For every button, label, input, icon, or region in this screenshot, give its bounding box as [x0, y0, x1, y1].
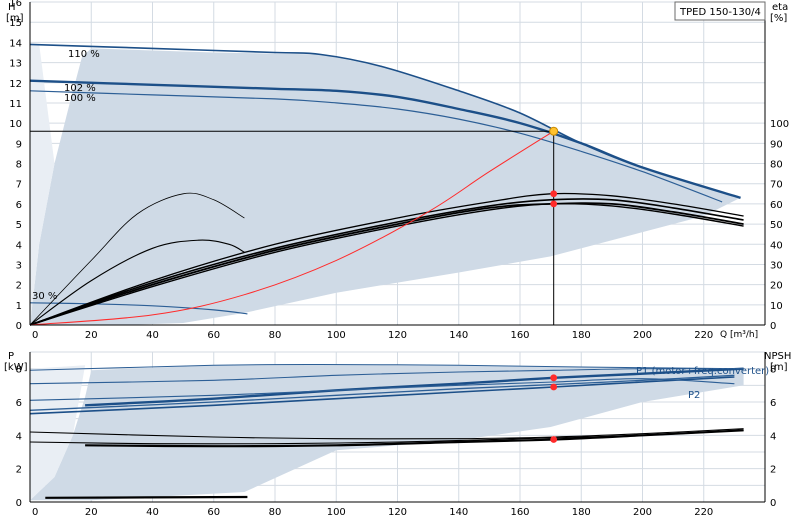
y-left-tick-upper-9: 9	[16, 139, 22, 150]
y-right-tick-upper-60: 60	[770, 200, 783, 211]
y-left-symbol-lower: P	[8, 351, 14, 362]
x-tick-lower-60: 60	[207, 507, 220, 518]
operating-envelope	[30, 44, 744, 501]
y-left-tick-upper-7: 7	[16, 180, 22, 191]
y-right-unit-upper: [%]	[770, 13, 787, 24]
x-tick-lower-200: 200	[633, 507, 652, 518]
y-left-tick-upper-8: 8	[16, 160, 22, 171]
x-tick-upper-0: 0	[32, 330, 38, 341]
x-tick-upper-220: 220	[694, 330, 713, 341]
x-axis-label: Q [m³/h]	[720, 330, 758, 340]
y-left-tick-upper-14: 14	[9, 38, 22, 49]
y-left-tick-upper-10: 10	[9, 119, 22, 130]
y-right-tick-upper-90: 90	[770, 139, 783, 150]
eta-point-marker-1	[550, 200, 558, 208]
x-tick-upper-200: 200	[633, 330, 652, 341]
p1-label: P1 (motor+freq.converter)	[636, 366, 769, 377]
y-left-tick-upper-6: 6	[16, 200, 22, 211]
y-left-tick-lower-4: 4	[16, 431, 22, 442]
x-tick-upper-20: 20	[85, 330, 98, 341]
y-right-tick-upper-40: 40	[770, 240, 783, 251]
y-left-tick-lower-6: 6	[16, 398, 22, 409]
y-left-tick-upper-13: 13	[9, 59, 22, 70]
label-110-percent: 110 %	[68, 49, 100, 60]
y-right-tick-lower-0: 0	[770, 498, 776, 509]
x-tick-upper-120: 120	[388, 330, 407, 341]
y-right-tick-upper-0: 0	[770, 321, 776, 332]
x-tick-upper-140: 140	[449, 330, 468, 341]
x-tick-upper-180: 180	[572, 330, 591, 341]
y-right-tick-upper-20: 20	[770, 281, 783, 292]
x-tick-upper-160: 160	[510, 330, 529, 341]
y-left-tick-upper-0: 0	[16, 321, 22, 332]
pump-performance-chart: 0 0 20 20 40 40 60 60 80 80 100 100 120 120 140 140 160 1…	[0, 0, 800, 520]
npsh-point-marker	[550, 436, 558, 443]
y-right-tick-upper-100: 100	[770, 119, 789, 130]
power-point-marker-0	[550, 374, 558, 382]
x-tick-lower-40: 40	[146, 507, 159, 518]
y-right-symbol-upper: eta	[772, 2, 788, 13]
y-left-tick-lower-2: 2	[16, 465, 22, 476]
x-tick-lower-180: 180	[572, 507, 591, 518]
x-tick-lower-0: 0	[32, 507, 38, 518]
y-right-tick-lower-2: 2	[770, 465, 776, 476]
x-tick-lower-120: 120	[388, 507, 407, 518]
y-right-tick-lower-6: 6	[770, 398, 776, 409]
series-line-p_30	[45, 495, 248, 499]
y-left-tick-upper-3: 3	[16, 260, 22, 271]
chart-svg: 0020204040606080801001001201201401401601…	[4, 0, 791, 518]
label-100-percent: 100 %	[64, 93, 96, 104]
y-left-unit-lower: [kW]	[4, 362, 28, 373]
x-tick-upper-40: 40	[146, 330, 159, 341]
y-left-tick-upper-1: 1	[16, 301, 22, 312]
y-right-symbol-lower: NPSH	[764, 351, 791, 362]
chart-title: TPED 150-130/4	[679, 7, 761, 18]
y-left-symbol-upper: H	[8, 2, 16, 13]
label-30-percent: 30 %	[32, 291, 57, 302]
x-tick-lower-220: 220	[694, 507, 713, 518]
x-tick-lower-160: 160	[510, 507, 529, 518]
p2-label: P2	[688, 390, 700, 401]
x-tick-lower-80: 80	[269, 507, 282, 518]
y-right-tick-upper-80: 80	[770, 160, 783, 171]
power-point-marker-1	[550, 383, 558, 391]
envelope-upper	[30, 48, 741, 326]
duty-point-marker	[549, 126, 559, 136]
y-left-unit-upper: [m]	[6, 13, 24, 24]
x-tick-lower-20: 20	[85, 507, 98, 518]
x-tick-lower-100: 100	[327, 507, 346, 518]
x-tick-upper-80: 80	[269, 330, 282, 341]
y-right-tick-upper-30: 30	[770, 260, 783, 271]
x-tick-upper-60: 60	[207, 330, 220, 341]
y-right-tick-upper-70: 70	[770, 180, 783, 191]
y-right-tick-lower-4: 4	[770, 431, 776, 442]
eta-point-marker-0	[550, 190, 558, 198]
y-left-tick-upper-11: 11	[9, 99, 22, 110]
envelope-lower	[30, 364, 744, 501]
y-left-tick-upper-5: 5	[16, 220, 22, 231]
y-left-tick-upper-4: 4	[16, 240, 22, 251]
y-left-tick-upper-12: 12	[9, 79, 22, 90]
x-tick-lower-140: 140	[449, 507, 468, 518]
y-left-tick-upper-2: 2	[16, 281, 22, 292]
y-left-tick-lower-0: 0	[16, 498, 22, 509]
y-right-unit-lower: [m]	[770, 362, 788, 373]
x-tick-upper-100: 100	[327, 330, 346, 341]
y-right-tick-upper-10: 10	[770, 301, 783, 312]
y-right-tick-upper-50: 50	[770, 220, 783, 231]
